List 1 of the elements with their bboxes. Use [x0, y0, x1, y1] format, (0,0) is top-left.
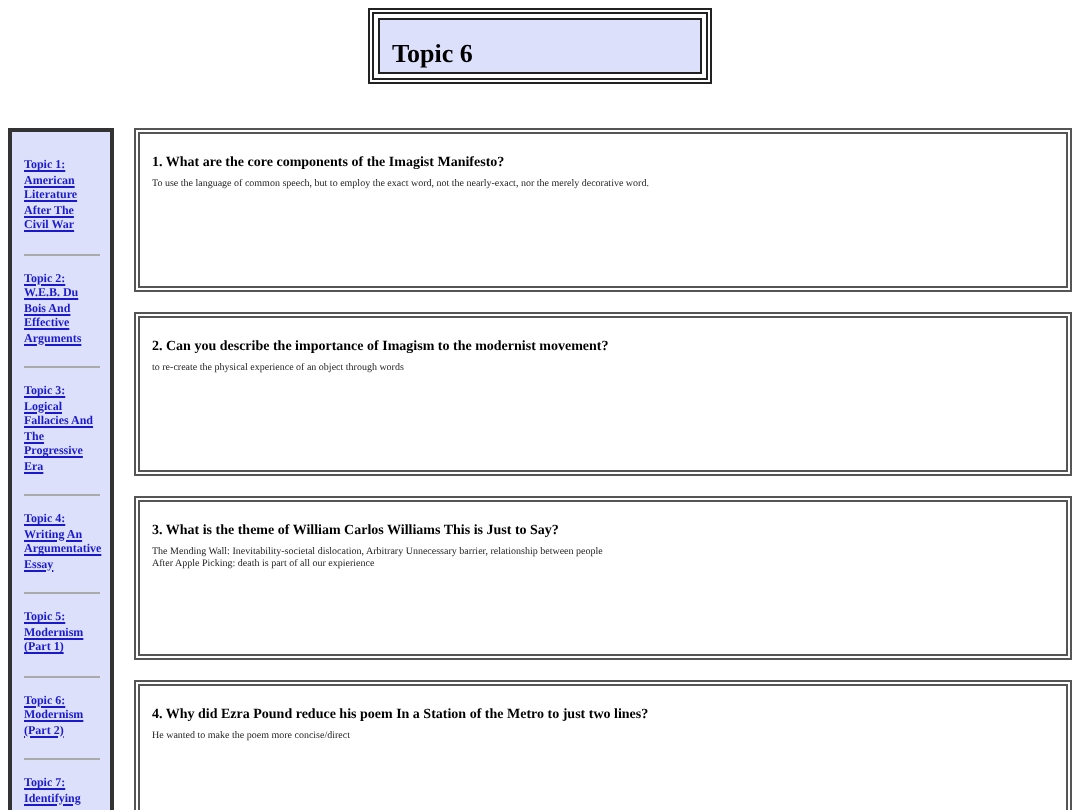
page-title: Topic 6: [392, 38, 473, 68]
